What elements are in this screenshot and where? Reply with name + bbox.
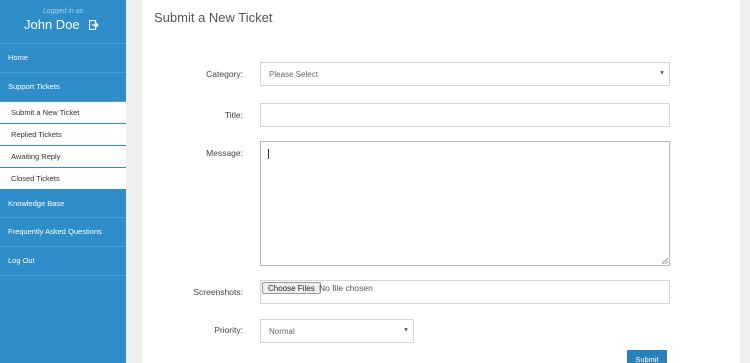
sidebar: Logged in as John Doe Home Support Ticke… xyxy=(0,0,126,363)
dropdown-arrow-icon: ▼ xyxy=(403,327,409,334)
text-caret xyxy=(268,149,269,159)
file-status-text: No file chosen xyxy=(319,283,373,293)
main-content: Submit a New Ticket Category: Please Sel… xyxy=(143,0,740,363)
sidebar-subitem-label: Closed Tickets xyxy=(11,173,60,183)
sidebar-item-label: Knowledge Base xyxy=(8,198,65,208)
resize-handle-icon[interactable] xyxy=(662,258,668,264)
sidebar-item-support-tickets[interactable]: Support Tickets xyxy=(0,73,126,102)
category-selected-value: Please Select xyxy=(269,70,318,79)
priority-label: Priority: xyxy=(214,325,243,335)
sidebar-subitem-replied-tickets[interactable]: Replied Tickets xyxy=(0,123,126,146)
sign-out-icon[interactable] xyxy=(89,20,99,30)
page-title: Submit a New Ticket xyxy=(154,10,273,25)
sidebar-item-log-out[interactable]: Log Out xyxy=(0,247,126,276)
screenshots-label: Screenshots: xyxy=(193,287,243,297)
submit-button[interactable]: Submit xyxy=(627,350,667,363)
priority-selected-value: Normal xyxy=(269,327,295,336)
sidebar-subitem-label: Submit a New Ticket xyxy=(11,107,80,117)
support-tickets-submenu: Submit a New Ticket Replied Tickets Awai… xyxy=(0,101,126,190)
user-box: Logged in as John Doe xyxy=(0,0,126,44)
category-label: Category: xyxy=(206,69,243,79)
category-select[interactable]: Please Select ▼ xyxy=(260,62,670,86)
sidebar-item-label: Frequently Asked Questions xyxy=(8,227,102,237)
sidebar-subitem-label: Awaiting Reply xyxy=(11,151,61,161)
screenshots-file-input: Choose Files No file chosen xyxy=(260,280,670,304)
sidebar-subitem-closed-tickets[interactable]: Closed Tickets xyxy=(0,167,126,190)
dropdown-arrow-icon: ▼ xyxy=(659,70,665,77)
title-label: Title: xyxy=(224,110,243,120)
sidebar-item-label: Log Out xyxy=(8,256,35,266)
sidebar-subitem-label: Replied Tickets xyxy=(11,129,62,139)
sidebar-item-faq[interactable]: Frequently Asked Questions xyxy=(0,218,126,248)
logged-in-label: Logged in as xyxy=(42,8,84,15)
choose-files-button[interactable]: Choose Files xyxy=(262,282,321,294)
message-label: Message: xyxy=(206,148,243,158)
sidebar-subitem-submit-ticket[interactable]: Submit a New Ticket xyxy=(0,101,126,124)
priority-select[interactable]: Normal ▼ xyxy=(260,319,414,343)
sidebar-subitem-awaiting-reply[interactable]: Awaiting Reply xyxy=(0,145,126,168)
sidebar-item-label: Support Tickets xyxy=(8,81,60,91)
user-name: John Doe xyxy=(24,17,80,32)
sidebar-item-knowledge-base[interactable]: Knowledge Base xyxy=(0,190,126,219)
message-textarea[interactable] xyxy=(260,141,670,266)
sidebar-item-home[interactable]: Home xyxy=(0,44,126,73)
sidebar-item-label: Home xyxy=(8,53,29,62)
title-input[interactable] xyxy=(260,103,670,127)
